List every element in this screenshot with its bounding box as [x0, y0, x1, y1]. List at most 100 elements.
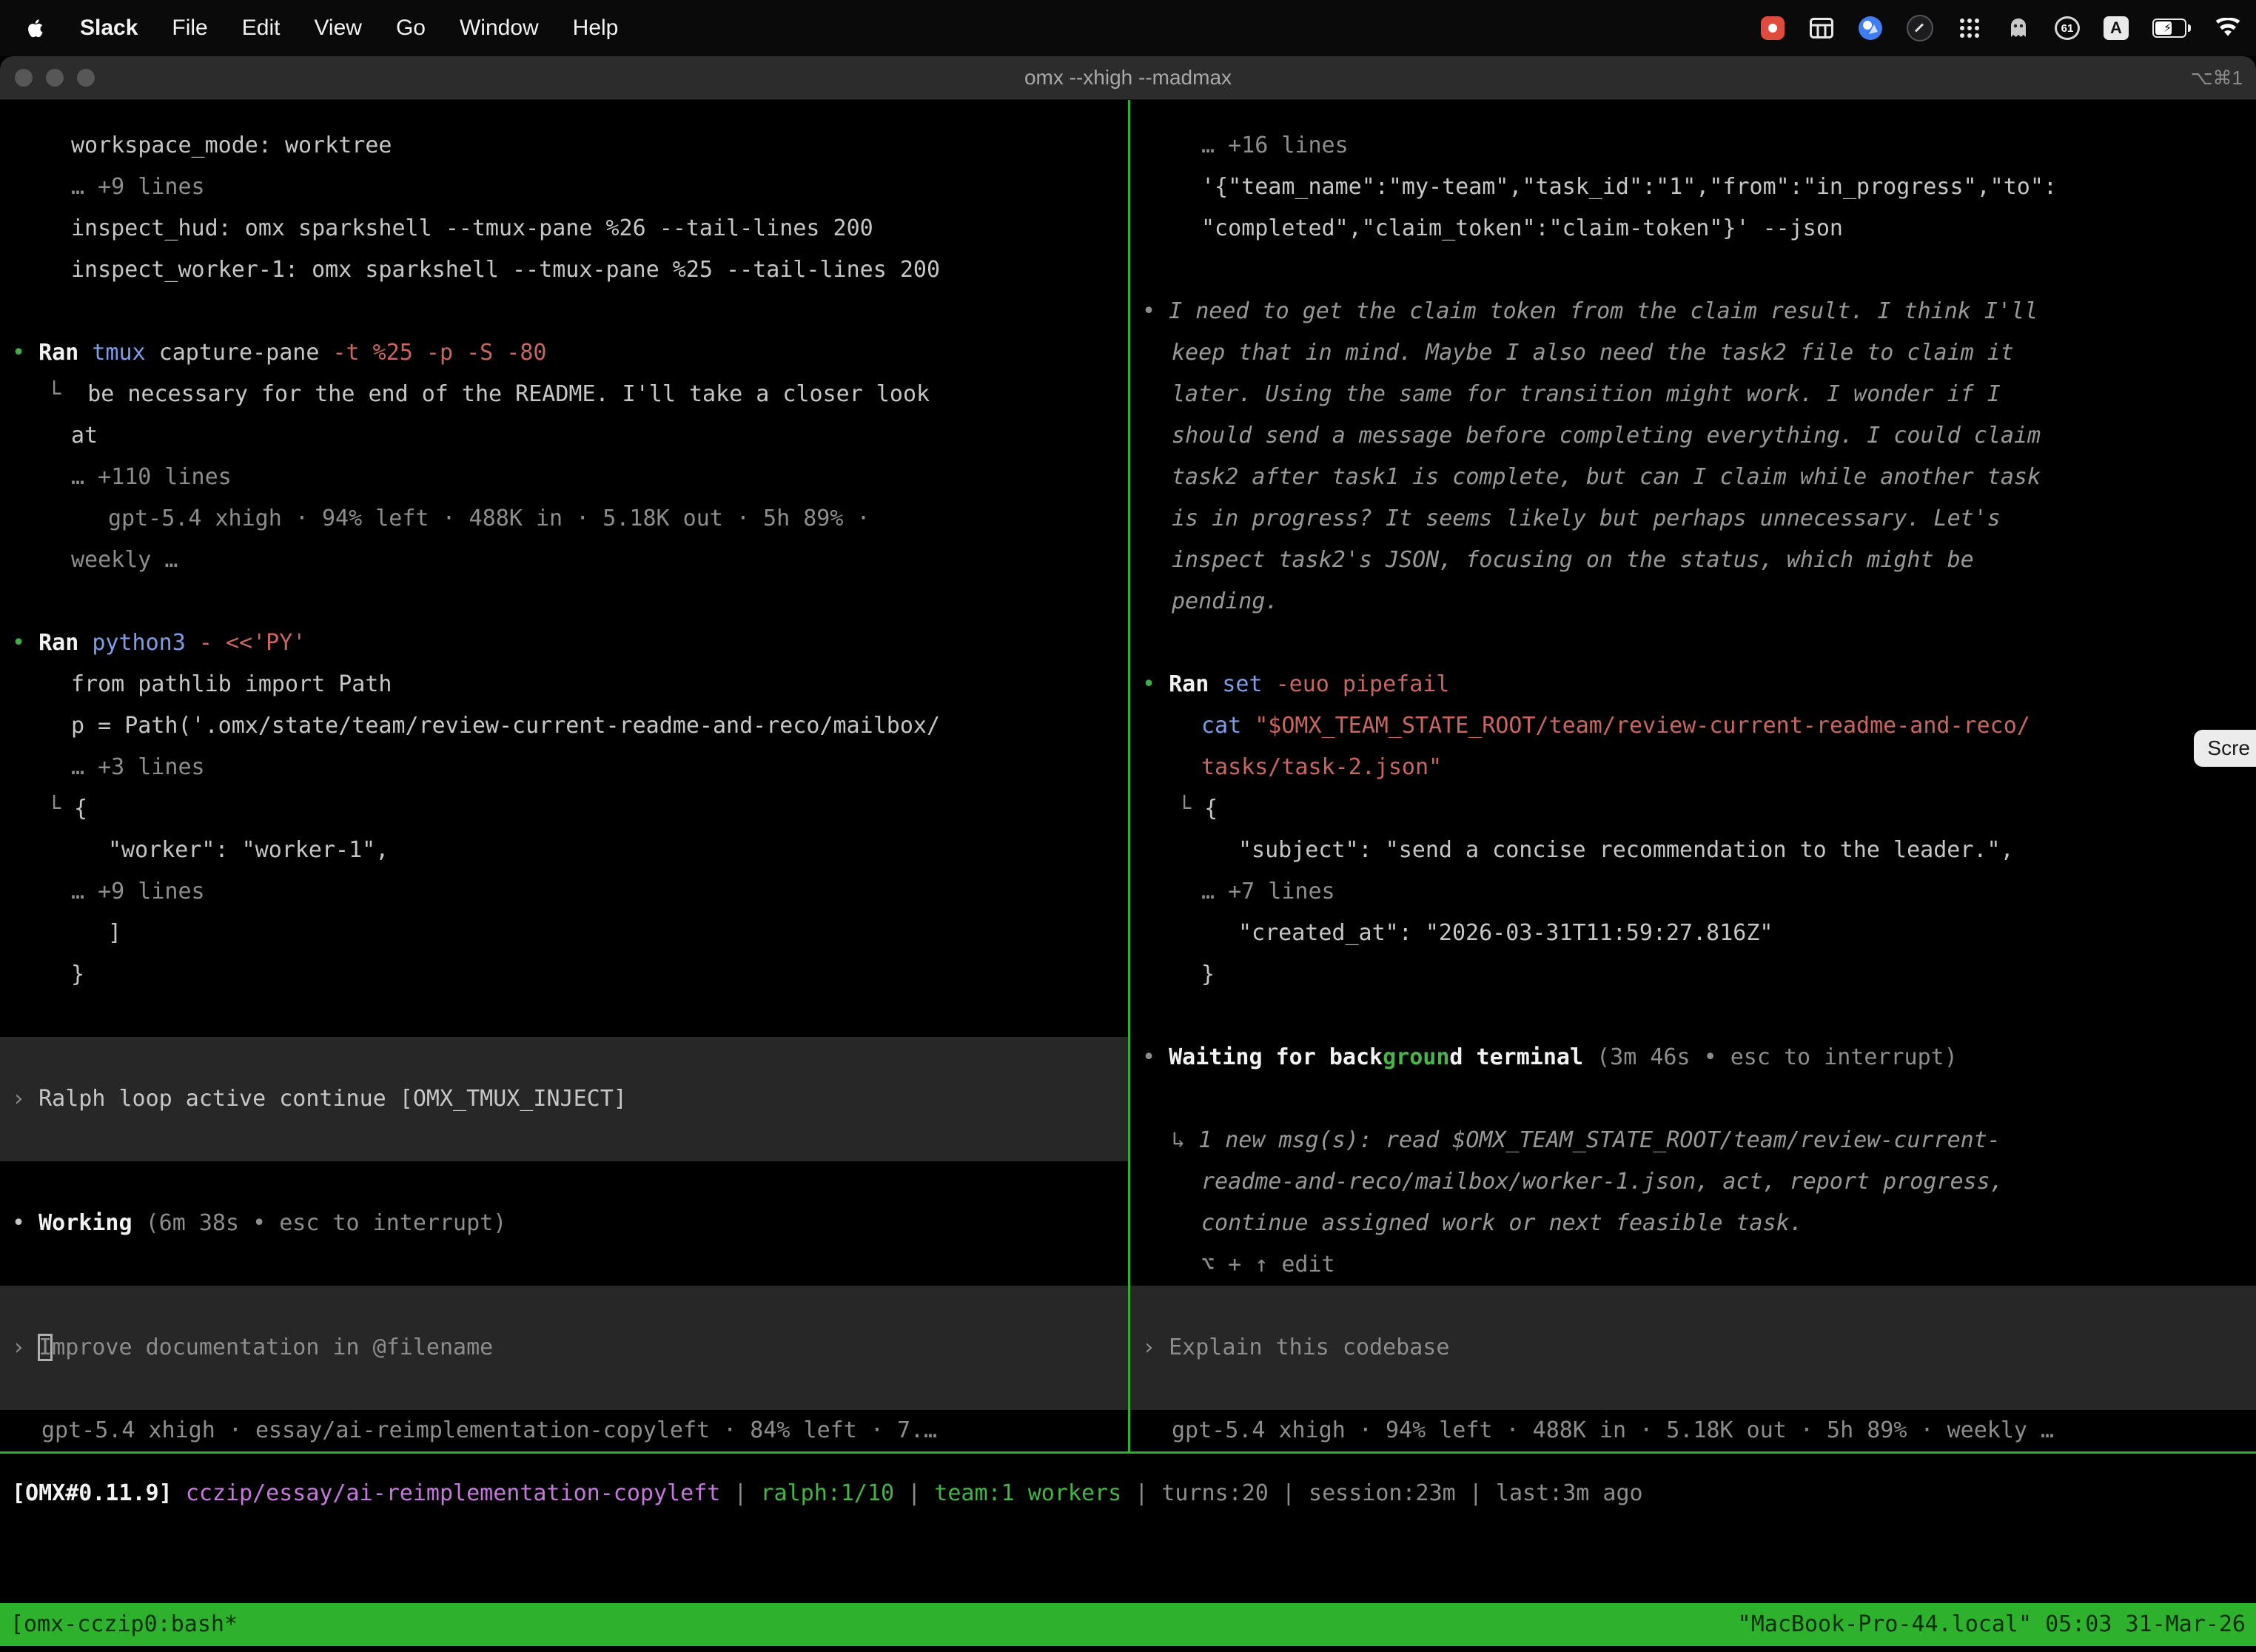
screen-share-tooltip[interactable]: Scre	[2194, 730, 2256, 767]
text-segment: is in progress? It seems likely but perh…	[1172, 506, 2001, 531]
battery-gauge-icon[interactable]: 61	[2055, 16, 2080, 40]
text-segment: Waiting for back	[1169, 1044, 1383, 1070]
text-segment: "$OMX_TEAM_STATE_ROOT/team/review-curren…	[1255, 713, 2030, 739]
text-segment: "created_at": "2026-03-31T11:59:27.816Z"	[1238, 920, 1773, 946]
text-segment: •	[1142, 298, 1169, 324]
text-segment: (6m 38s • esc to interrupt)	[146, 1210, 507, 1236]
terminal-line: tasks/task-2.json"	[1130, 747, 2256, 788]
menu-view[interactable]: View	[314, 16, 361, 41]
menu-app-name[interactable]: Slack	[80, 16, 138, 41]
text-segment: turns:20	[1161, 1480, 1269, 1506]
input-source-icon[interactable]: A	[2104, 16, 2129, 40]
text-segment: "worker": "worker-1",	[108, 837, 389, 863]
zoom-button[interactable]	[77, 69, 95, 87]
table-grid-icon[interactable]	[1809, 13, 1834, 43]
text-segment: |	[720, 1480, 760, 1506]
terminal-line	[1130, 249, 2256, 291]
prompt-line[interactable]	[0, 1286, 1128, 1327]
close-button[interactable]	[15, 69, 33, 87]
terminal-line: }	[0, 954, 1128, 995]
tmux-status-bar: [omx-cczip0:bash* "MacBook-Pro-44.local"…	[0, 1603, 2256, 1646]
titlebar[interactable]: omx --xhigh --madmax ⌥⌘1	[0, 56, 2256, 100]
prompt-line[interactable]: › Improve documentation in @filename	[0, 1327, 1128, 1369]
prompt-line[interactable]	[0, 1369, 1128, 1410]
text-segment: |	[1269, 1480, 1309, 1506]
tmux-session-label: [omx-cczip0:bash*	[10, 1603, 238, 1646]
menu-go[interactable]: Go	[396, 16, 426, 41]
menu-window[interactable]: Window	[460, 16, 539, 41]
prompt-line[interactable]	[0, 1037, 1128, 1078]
terminal-line: pending.	[1130, 581, 2256, 622]
text-segment: [OMX#0.11.9]	[12, 1480, 186, 1506]
text-segment: ↳	[1172, 1127, 1198, 1153]
text-segment: inspect_hud: omx sparkshell --tmux-pane …	[71, 215, 873, 241]
omx-status-line: [OMX#0.11.9] cczip/essay/ai-reimplementa…	[0, 1454, 2256, 1515]
prompt-line[interactable]	[1130, 1286, 2256, 1327]
text-segment: Ran	[1169, 671, 1222, 697]
prompt-line[interactable]	[0, 1120, 1128, 1161]
terminal-line: … +110 lines	[0, 457, 1128, 498]
terminal-line: inspect task2's JSON, focusing on the st…	[1130, 540, 2256, 581]
menubar: Slack File Edit View Go Window Help 61 A	[0, 0, 2256, 56]
terminal-line: gpt-5.4 xhigh · 94% left · 488K in · 5.1…	[1130, 1410, 2256, 1451]
screen-recording-indicator-icon[interactable]	[1760, 13, 1785, 43]
wifi-icon[interactable]	[2215, 13, 2241, 43]
prompt-line[interactable]: › Explain this codebase	[1130, 1327, 2256, 1369]
text-segment: └	[1178, 796, 1204, 822]
text-segment: continue assigned work or next feasible …	[1201, 1210, 1803, 1236]
text-segment: inspect_worker-1: omx sparkshell --tmux-…	[71, 257, 940, 283]
terminal-line: from pathlib import Path	[0, 664, 1128, 705]
tmux-pane-right[interactable]: … +16 lines '{"team_name":"my-team","task…	[1128, 100, 2256, 1451]
text-segment: should send a message before completing …	[1172, 423, 2041, 449]
tmux-host-time: "MacBook-Pro-44.local" 05:03 31-Mar-26	[1738, 1603, 2246, 1646]
terminal-line: "created_at": "2026-03-31T11:59:27.816Z"	[1130, 913, 2256, 954]
terminal-line: • Ran python3 - <<'PY'	[0, 622, 1128, 664]
minimize-button[interactable]	[46, 69, 64, 87]
terminal-line: workspace_mode: worktree	[0, 125, 1128, 167]
terminal-line: is in progress? It seems likely but perh…	[1130, 498, 2256, 540]
terminal-line: … +7 lines	[1130, 871, 2256, 913]
text-segment: {	[74, 796, 87, 822]
terminal-line: … +9 lines	[0, 167, 1128, 208]
text-segment: ralph:1/10	[760, 1480, 894, 1506]
text-segment: … +16 lines	[1201, 132, 1349, 158]
menu-file[interactable]: File	[172, 16, 207, 41]
battery-icon[interactable]: ⚡	[2152, 13, 2191, 43]
menu-help[interactable]: Help	[573, 16, 619, 41]
ghost-icon[interactable]	[2006, 13, 2031, 43]
apple-menu[interactable]	[27, 16, 46, 40]
terminal-line: weekly …	[0, 540, 1128, 581]
terminal-line	[0, 1161, 1128, 1203]
tmux-pane-left[interactable]: workspace_mode: worktree… +9 lines inspec…	[0, 100, 1128, 1451]
menu-edit[interactable]: Edit	[242, 16, 281, 41]
terminal-line: • I need to get the claim token from the…	[1130, 291, 2256, 332]
terminal-line: inspect_hud: omx sparkshell --tmux-pane …	[0, 208, 1128, 249]
text-segment: Explain this codebase	[1169, 1334, 1449, 1360]
terminal-line: inspect_worker-1: omx sparkshell --tmux-…	[0, 249, 1128, 291]
blue-app-icon[interactable]	[1858, 13, 1883, 43]
app-grid-dots-icon[interactable]	[1957, 13, 1982, 43]
terminal-line: readme-and-reco/mailbox/worker-1.json, a…	[1130, 1161, 2256, 1203]
text-segment: - <<'PY'	[199, 630, 306, 656]
terminal-line	[0, 581, 1128, 622]
text-segment: … +3 lines	[71, 754, 205, 780]
text-segment: '{"team_name":"my-team","task_id":"1","f…	[1201, 174, 2057, 200]
text-segment: Working	[38, 1210, 146, 1236]
text-segment: last:3m ago	[1496, 1480, 1643, 1506]
traffic-lights	[0, 69, 95, 87]
terminal-line: [OMX#0.11.9] cczip/essay/ai-reimplementa…	[0, 1473, 2256, 1515]
terminal-cursor: I	[38, 1334, 52, 1360]
prompt-line[interactable]	[1130, 1369, 2256, 1410]
terminal-line: "completed","claim_token":"claim-token"}…	[1130, 208, 2256, 249]
dark-app-icon[interactable]	[1907, 13, 1933, 43]
terminal-line: "subject": "send a concise recommendatio…	[1130, 830, 2256, 871]
terminal-line: ]	[0, 913, 1128, 954]
text-segment: |	[894, 1480, 934, 1506]
prompt-line[interactable]: › Ralph loop active continue [OMX_TMUX_I…	[0, 1078, 1128, 1120]
terminal-line: • Working (6m 38s • esc to interrupt)	[0, 1203, 1128, 1244]
text-segment: }	[1201, 961, 1215, 987]
text-segment: gpt-5.4 xhigh · 94% left · 488K in · 5.1…	[108, 506, 870, 531]
text-segment: -euo pipefail	[1276, 671, 1450, 697]
terminal-line: • Waiting for background terminal (3m 46…	[1130, 1037, 2256, 1078]
text-segment: capture-pane	[159, 340, 333, 366]
